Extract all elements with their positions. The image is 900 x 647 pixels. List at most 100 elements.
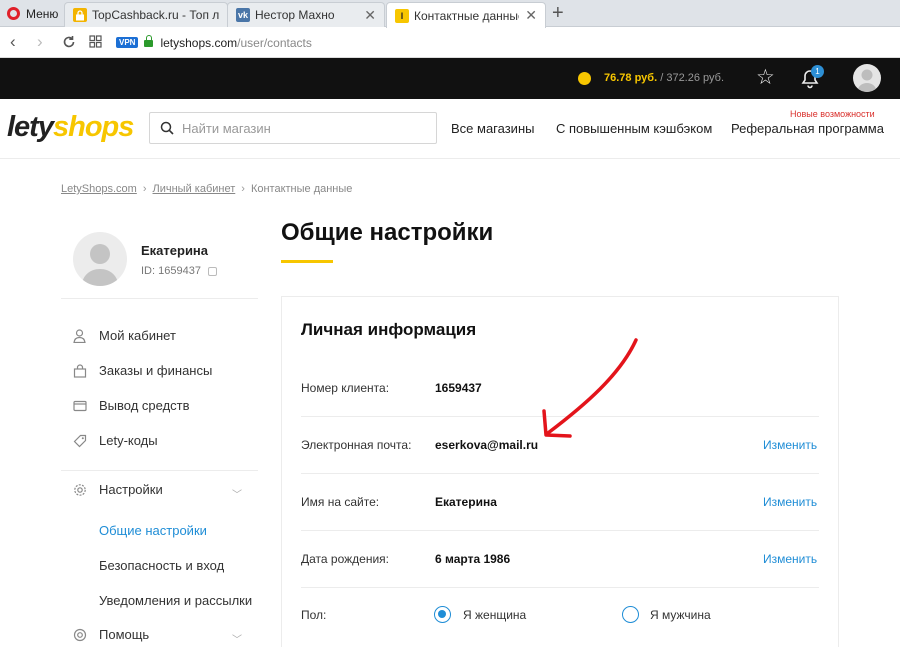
row-divider [301,587,819,588]
opera-menu-label: Меню [26,6,59,21]
sidebar-item-label: Заказы и финансы [99,363,213,378]
browser-tab-strip: Меню TopCashback.ru - Топ луч vk Нестор … [0,0,900,28]
row-divider [301,530,819,531]
search-icon [160,121,174,135]
back-arrow-icon[interactable]: ‹ [10,32,16,52]
sidebar-sub-general-settings[interactable]: Общие настройки [99,523,207,538]
url-path: /user/contacts [237,35,312,50]
sidebar-item-label: Lety-коды [99,433,158,448]
lifebuoy-icon [72,627,87,642]
tag-icon [72,433,87,448]
birth-date-value: 6 марта 1986 [435,552,511,566]
page-title: Общие настройки [281,219,494,246]
balance-current: 76.78 руб. [604,72,658,84]
sidebar-item-lety-codes[interactable]: Lety-коды [72,433,158,448]
notifications-count-badge: 1 [811,65,824,78]
new-features-badge: Новые возможности [790,109,875,119]
sidebar-item-label: Вывод средств [99,398,190,413]
balance-display[interactable]: 76.78 руб. / 372.26 руб. [604,72,724,84]
tab-title: Контактные данные [414,8,520,23]
logo-part2: shops [52,111,134,143]
email-value: eserkova@mail.ru [435,438,539,452]
tab-title: Нестор Махно [255,8,335,22]
balance-total: 372.26 руб. [666,72,725,84]
tab-vk[interactable]: vk Нестор Махно ✕ [227,2,385,27]
new-tab-plus-icon[interactable]: + [552,3,564,23]
site-name-label: Имя на сайте: [301,495,380,509]
nav-referral-program[interactable]: Реферальная программа [731,121,884,136]
reload-icon[interactable] [62,32,76,54]
lock-favicon-icon [73,8,87,22]
profile-avatar[interactable] [73,232,127,286]
wallet-icon [72,398,87,413]
card-title: Личная информация [301,320,477,339]
breadcrumb: LetyShops.com › Личный кабинет › Контакт… [61,183,352,195]
sidebar-item-help[interactable]: Помощь [72,627,149,642]
favorites-star-icon[interactable]: ☆ [756,67,775,89]
change-email-link[interactable]: Изменить [763,438,817,452]
letyshops-logo[interactable]: letyshops [7,111,134,143]
nav-increased-cashback[interactable]: С повышенным кэшбэком [556,121,712,136]
change-birth-date-link[interactable]: Изменить [763,552,817,566]
sidebar-item-settings[interactable]: Настройки [72,482,163,497]
user-icon [72,328,87,343]
url-host: letyshops.com [160,35,238,50]
breadcrumb-home[interactable]: LetyShops.com [61,183,137,195]
row-divider [301,473,819,474]
tab-contacts[interactable]: l Контактные данные ✕ [386,2,546,28]
profile-name: Екатерина [141,243,209,258]
opera-menu-button[interactable]: Меню [0,0,62,27]
nav-all-stores[interactable]: Все магазины [451,121,534,136]
profile-id: ID: 1659437 [141,265,217,277]
chevron-down-icon[interactable]: ﹀ [232,486,242,501]
forward-arrow-icon[interactable]: › [37,32,43,52]
secure-lock-icon[interactable] [144,34,154,48]
tab-topcashback[interactable]: TopCashback.ru - Топ луч [64,2,228,27]
client-number-value: 1659437 [435,381,482,395]
client-number-label: Номер клиента: [301,381,390,395]
gender-label: Пол: [301,608,327,622]
sidebar-sub-security[interactable]: Безопасность и вход [99,558,224,573]
tab-title: TopCashback.ru - Топ луч [92,8,219,22]
coin-icon [578,72,591,85]
sidebar-item-orders[interactable]: Заказы и финансы [72,363,212,378]
annotation-arrow-icon [542,338,638,438]
speed-dial-grid-icon[interactable] [89,32,102,53]
sidebar-item-my-cabinet[interactable]: Мой кабинет [72,328,176,343]
birth-date-label: Дата рождения: [301,552,389,566]
gender-male-radio[interactable] [622,606,639,623]
chevron-down-icon[interactable]: ﹀ [232,631,242,646]
breadcrumb-cabinet[interactable]: Личный кабинет [153,183,236,195]
address-bar: ‹ › VPN letyshops.com/user/contacts [0,27,900,58]
bag-icon [72,363,87,378]
breadcrumb-current: Контактные данные [250,183,353,195]
email-label: Электронная почта: [301,438,412,452]
site-header: letyshops Найти магазин Все магазины С п… [0,99,900,159]
gender-female-label[interactable]: Я женщина [463,608,526,622]
sidebar-divider [61,470,258,471]
store-search-input[interactable]: Найти магазин [149,112,437,144]
tab-close-icon[interactable]: ✕ [525,7,537,24]
balance-separator: / [660,72,664,84]
user-avatar[interactable] [853,64,881,92]
gender-female-radio[interactable] [434,606,451,623]
sidebar-item-label: Помощь [99,627,150,642]
copy-icon[interactable] [207,266,217,276]
gender-male-label[interactable]: Я мужчина [650,608,711,622]
change-name-link[interactable]: Изменить [763,495,817,509]
gear-icon [72,482,87,497]
opera-logo-icon [7,7,20,20]
sidebar-item-withdrawal[interactable]: Вывод средств [72,398,190,413]
sidebar-sub-notifications[interactable]: Уведомления и рассылки [99,593,252,608]
sidebar-divider [61,298,258,299]
site-name-value: Екатерина [435,495,497,509]
url-field[interactable]: VPN letyshops.com/user/contacts [116,32,896,53]
vk-favicon-icon: vk [236,8,250,22]
tab-close-icon[interactable]: ✕ [364,7,376,24]
breadcrumb-separator: › [142,183,147,195]
account-top-bar: 76.78 руб. / 372.26 руб. ☆ 1 [0,58,900,99]
logo-part1: lety [7,111,54,143]
breadcrumb-separator: › [241,183,245,195]
vpn-badge[interactable]: VPN [116,37,139,48]
sidebar-item-label: Мой кабинет [99,328,176,343]
